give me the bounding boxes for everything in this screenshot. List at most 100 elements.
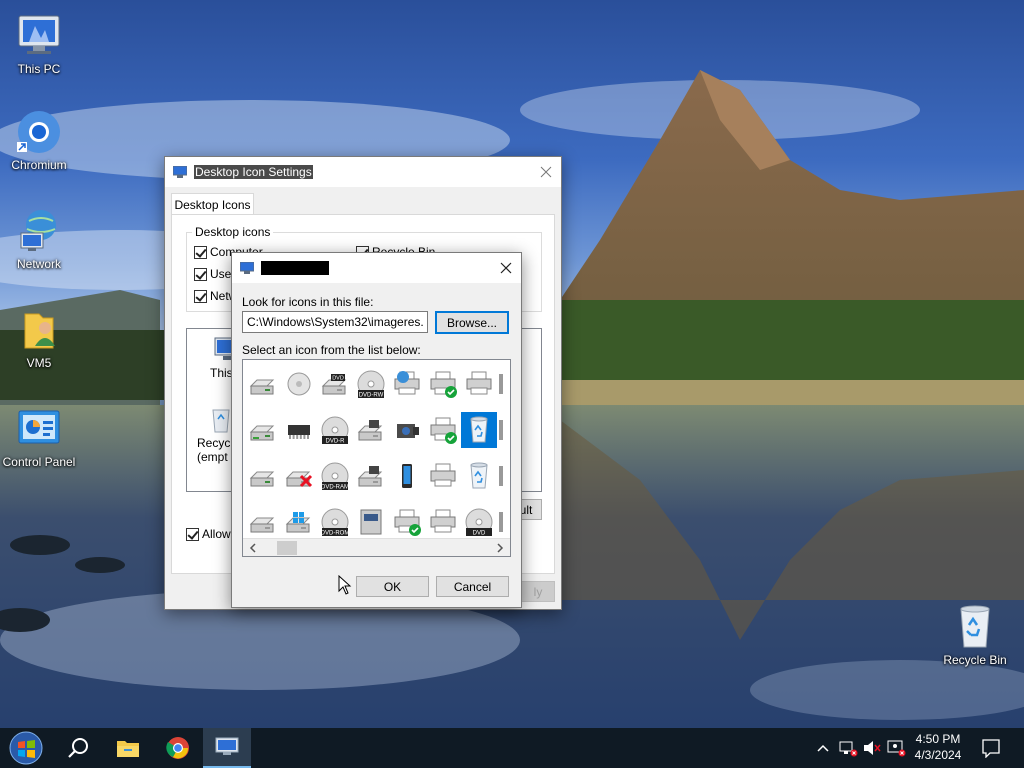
printer-cell[interactable] — [425, 458, 461, 494]
desktop-icon-recycle-bin[interactable]: Recycle Bin — [935, 603, 1015, 667]
recycle-bin-icon — [951, 603, 999, 651]
printer-cell[interactable] — [461, 366, 497, 402]
dvd-disc-cell[interactable]: DVD — [461, 504, 497, 538]
removable-drive-cell[interactable] — [245, 412, 281, 448]
network-printer-icon — [394, 371, 420, 395]
taskbar-desktop-icon-settings[interactable] — [203, 728, 251, 768]
clock[interactable]: 4:50 PM 4/3/2024 — [906, 731, 970, 763]
chevron-up-icon — [817, 744, 829, 752]
removable-drive-icon — [249, 425, 275, 441]
drive-cell[interactable] — [245, 458, 281, 494]
network-tray-button[interactable] — [838, 739, 858, 757]
desktop-icon-this-pc[interactable]: This PC — [0, 12, 79, 76]
network-icon — [15, 207, 63, 255]
desktop-icon-vm5[interactable]: VM5 — [0, 306, 79, 370]
ok-button[interactable]: OK — [356, 576, 429, 597]
dvd-ram-disc-cell[interactable]: DVD-RAM — [317, 458, 353, 494]
dvd-drive-icon: DVD — [321, 374, 347, 395]
camcorder-cell[interactable] — [389, 412, 425, 448]
display-status-icon — [887, 740, 906, 757]
desktop-icon-control-panel[interactable]: Control Panel — [0, 405, 79, 469]
green-drive-cell[interactable] — [281, 366, 317, 402]
recycle-bin-icon — [212, 409, 230, 433]
browse-button[interactable]: Browse... — [435, 311, 509, 334]
start-button[interactable] — [0, 728, 52, 768]
svg-text:DVD: DVD — [332, 376, 344, 382]
scroll-left-arrow-icon[interactable] — [247, 542, 259, 554]
floppy-drive-cell[interactable] — [353, 412, 389, 448]
tab-desktop-icons[interactable]: Desktop Icons — [171, 193, 254, 215]
dvd-r-disc-cell[interactable]: DVD-R — [317, 412, 353, 448]
partial-cell[interactable] — [497, 366, 510, 402]
desktop-icon-label: This PC — [17, 62, 61, 76]
scroll-thumb[interactable] — [277, 541, 297, 555]
chromium-icon — [15, 108, 63, 156]
recycle-bin-empty-icon — [470, 462, 488, 489]
drive-x-cell[interactable] — [281, 458, 317, 494]
svg-text:DVD-R: DVD-R — [326, 439, 346, 445]
partial-cell[interactable] — [497, 412, 510, 448]
checkbox-box — [186, 527, 199, 541]
close-button[interactable] — [491, 253, 521, 283]
tape-drive-cell[interactable] — [353, 504, 389, 538]
phone-cell[interactable] — [389, 458, 425, 494]
camcorder-icon — [397, 424, 419, 438]
printer-check-cell[interactable] — [389, 504, 425, 538]
desktop-icon-label: Network — [16, 257, 61, 271]
drive-x-icon — [285, 471, 313, 488]
partial-cell[interactable] — [497, 458, 510, 494]
desktop-icon-chromium[interactable]: Chromium — [0, 108, 79, 172]
printer-check-cell[interactable] — [425, 366, 461, 402]
look-for-label: Look for icons in this file: — [242, 295, 374, 309]
icon-list[interactable]: DVD DVD-R DVD-RAM DVD-ROM DVD-RW DVD — [242, 359, 511, 557]
desktop-settings-icon — [172, 165, 188, 178]
usb-drive-icon — [249, 517, 275, 533]
desktop-icon-network[interactable]: Network — [0, 207, 79, 271]
svg-text:DVD: DVD — [473, 531, 486, 537]
printer-cell[interactable] — [425, 504, 461, 538]
network-printer-cell[interactable] — [389, 366, 425, 402]
clock-time: 4:50 PM — [915, 732, 961, 746]
chip-cell[interactable] — [281, 412, 317, 448]
search-icon — [68, 738, 88, 758]
taskbar-chrome[interactable] — [154, 728, 202, 768]
checkbox-box — [194, 289, 207, 303]
printer-icon — [466, 371, 492, 395]
display-tray-button[interactable] — [886, 739, 906, 757]
taskbar-file-explorer[interactable] — [104, 728, 152, 768]
recycle-bin-cell-selected[interactable] — [461, 412, 497, 448]
volume-muted-icon — [864, 741, 881, 755]
printer-check-icon — [430, 371, 457, 398]
file-path-input[interactable] — [242, 311, 428, 333]
floppy-drive-cell[interactable] — [353, 458, 389, 494]
checkbox-user[interactable]: User — [194, 267, 235, 281]
dialog-title-redacted — [261, 261, 329, 275]
action-center-button[interactable] — [980, 738, 1002, 759]
checkbox-allow-themes[interactable]: Allow t — [186, 527, 237, 541]
chrome-icon — [166, 737, 189, 759]
horizontal-scrollbar[interactable] — [243, 538, 510, 556]
title-bar — [232, 253, 521, 283]
desktop-icon-label: VM5 — [26, 356, 52, 370]
usb-drive-cell[interactable] — [245, 504, 281, 538]
dvd-rw-disc-cell[interactable]: DVD-RW — [353, 366, 389, 402]
printer-icon — [430, 509, 456, 533]
printer-check-cell[interactable] — [425, 412, 461, 448]
printer-check-icon — [430, 417, 457, 444]
search-button[interactable] — [54, 728, 102, 768]
dvd-drive-cell[interactable]: DVD — [317, 366, 353, 402]
partial-cell[interactable] — [497, 504, 510, 538]
volume-tray-button[interactable] — [862, 739, 882, 757]
drive-cell[interactable] — [245, 366, 281, 402]
svg-text:DVD-ROM: DVD-ROM — [321, 531, 350, 537]
close-button[interactable] — [531, 157, 561, 187]
partial-icon — [499, 374, 503, 394]
desktop-settings-icon — [215, 737, 239, 755]
cancel-button[interactable]: Cancel — [436, 576, 509, 597]
show-hidden-icons-button[interactable] — [815, 740, 831, 756]
recycle-bin-empty-cell[interactable] — [461, 458, 497, 494]
windows-drive-cell[interactable] — [281, 504, 317, 538]
dvd-rom-disc-cell[interactable]: DVD-ROM — [317, 504, 353, 538]
scroll-right-arrow-icon[interactable] — [494, 542, 506, 554]
printer-icon — [430, 463, 456, 487]
